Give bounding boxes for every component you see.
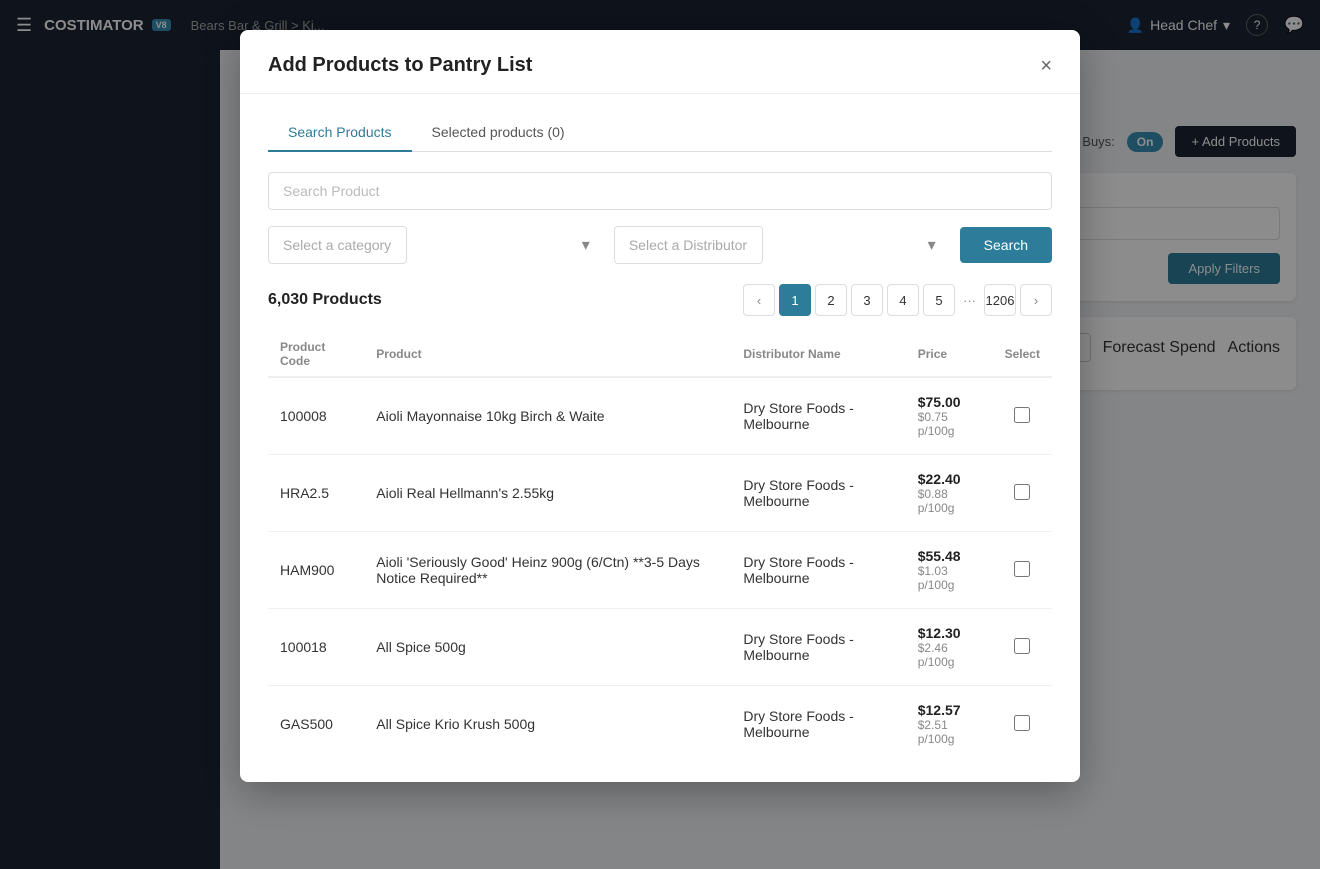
pagination-page-1[interactable]: 1	[779, 284, 811, 316]
products-count: 6,030 Products	[268, 291, 382, 309]
th-distributor: Distributor Name	[731, 332, 905, 377]
table-row: 100008 Aioli Mayonnaise 10kg Birch & Wai…	[268, 377, 1052, 455]
modal-search-button[interactable]: Search	[960, 227, 1052, 263]
table-row: HRA2.5 Aioli Real Hellmann's 2.55kg Dry …	[268, 455, 1052, 532]
modal-distributor-select[interactable]: Select a Distributor	[614, 226, 763, 264]
table-row: GAS500 All Spice Krio Krush 500g Dry Sto…	[268, 686, 1052, 763]
product-code-cell: HAM900	[268, 532, 364, 609]
product-select-checkbox[interactable]	[1014, 638, 1030, 654]
modal-header: Add Products to Pantry List ×	[240, 30, 1080, 94]
product-name-cell: Aioli Real Hellmann's 2.55kg	[364, 455, 731, 532]
distributor-name-cell: Dry Store Foods - Melbourne	[731, 455, 905, 532]
modal-tabs: Search Products Selected products (0)	[268, 114, 1052, 152]
product-table: Product Code Product Distributor Name Pr…	[268, 332, 1052, 762]
product-name-cell: All Spice Krio Krush 500g	[364, 686, 731, 763]
pagination-page-4[interactable]: 4	[887, 284, 919, 316]
modal-close-button[interactable]: ×	[1040, 56, 1052, 76]
th-product: Product	[364, 332, 731, 377]
tab-search-products[interactable]: Search Products	[268, 114, 412, 152]
product-name-cell: All Spice 500g	[364, 609, 731, 686]
distributor-select-wrapper: Select a Distributor	[614, 226, 948, 264]
select-cell[interactable]	[993, 532, 1052, 609]
add-products-modal: Add Products to Pantry List × Search Pro…	[240, 30, 1080, 782]
modal-filter-row: Select a category Select a Distributor S…	[268, 226, 1052, 264]
table-header-row: Product Code Product Distributor Name Pr…	[268, 332, 1052, 377]
tab-selected-products[interactable]: Selected products (0)	[412, 114, 585, 152]
select-cell[interactable]	[993, 609, 1052, 686]
price-cell: $55.48 $1.03 p/100g	[906, 532, 993, 609]
pagination-page-3[interactable]: 3	[851, 284, 883, 316]
select-cell[interactable]	[993, 377, 1052, 455]
select-cell[interactable]	[993, 455, 1052, 532]
product-select-checkbox[interactable]	[1014, 715, 1030, 731]
distributor-name-cell: Dry Store Foods - Melbourne	[731, 686, 905, 763]
price-cell: $12.30 $2.46 p/100g	[906, 609, 993, 686]
product-select-checkbox[interactable]	[1014, 484, 1030, 500]
distributor-name-cell: Dry Store Foods - Melbourne	[731, 609, 905, 686]
modal-body: Search Products Selected products (0) Se…	[240, 94, 1080, 782]
pagination-dots: ···	[959, 293, 980, 308]
distributor-name-cell: Dry Store Foods - Melbourne	[731, 532, 905, 609]
table-row: 100018 All Spice 500g Dry Store Foods - …	[268, 609, 1052, 686]
modal-category-select[interactable]: Select a category	[268, 226, 407, 264]
product-code-cell: GAS500	[268, 686, 364, 763]
modal-overlay: Add Products to Pantry List × Search Pro…	[0, 0, 1320, 869]
product-name-cell: Aioli Mayonnaise 10kg Birch & Waite	[364, 377, 731, 455]
pagination-page-5[interactable]: 5	[923, 284, 955, 316]
product-name-cell: Aioli 'Seriously Good' Heinz 900g (6/Ctn…	[364, 532, 731, 609]
product-select-checkbox[interactable]	[1014, 407, 1030, 423]
price-cell: $75.00 $0.75 p/100g	[906, 377, 993, 455]
products-count-row: 6,030 Products ‹ 1 2 3 4 5 ··· 1206 ›	[268, 284, 1052, 316]
th-select: Select	[993, 332, 1052, 377]
distributor-name-cell: Dry Store Foods - Melbourne	[731, 377, 905, 455]
pagination: ‹ 1 2 3 4 5 ··· 1206 ›	[743, 284, 1052, 316]
select-cell[interactable]	[993, 686, 1052, 763]
pagination-last-page[interactable]: 1206	[984, 284, 1016, 316]
th-product-code: Product Code	[268, 332, 364, 377]
product-code-cell: 100008	[268, 377, 364, 455]
pagination-next[interactable]: ›	[1020, 284, 1052, 316]
pagination-page-2[interactable]: 2	[815, 284, 847, 316]
table-row: HAM900 Aioli 'Seriously Good' Heinz 900g…	[268, 532, 1052, 609]
price-cell: $22.40 $0.88 p/100g	[906, 455, 993, 532]
search-product-input[interactable]	[268, 172, 1052, 210]
price-cell: $12.57 $2.51 p/100g	[906, 686, 993, 763]
pagination-prev[interactable]: ‹	[743, 284, 775, 316]
modal-title: Add Products to Pantry List	[268, 54, 532, 77]
product-code-cell: 100018	[268, 609, 364, 686]
category-select-wrapper: Select a category	[268, 226, 602, 264]
product-code-cell: HRA2.5	[268, 455, 364, 532]
th-price: Price	[906, 332, 993, 377]
product-select-checkbox[interactable]	[1014, 561, 1030, 577]
